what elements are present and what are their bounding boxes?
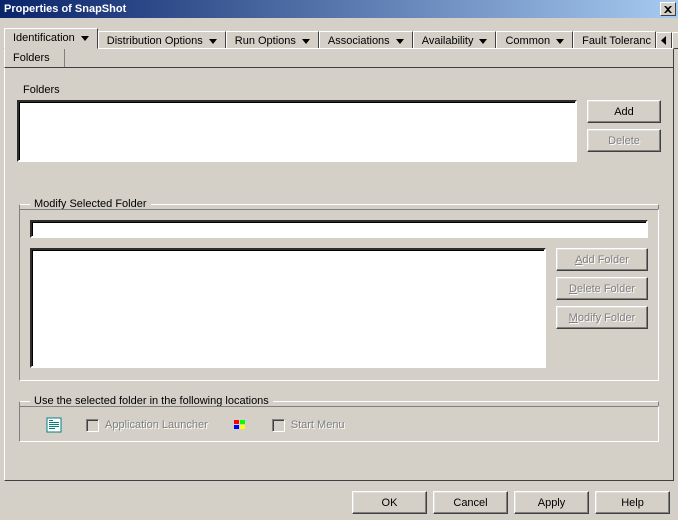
chevron-down-icon: [302, 39, 310, 44]
chevron-down-icon: [81, 36, 89, 41]
checkbox-icon: [86, 419, 99, 432]
chevron-down-icon: [556, 39, 564, 44]
subtab-folders[interactable]: Folders: [5, 49, 65, 67]
folders-heading: Folders: [23, 84, 661, 96]
apply-button[interactable]: Apply: [514, 491, 589, 514]
subtab-label: Folders: [13, 52, 50, 64]
start-menu-label: Start Menu: [291, 419, 345, 431]
window-title: Properties of SnapShot: [4, 3, 126, 15]
add-button[interactable]: Add: [587, 100, 661, 123]
locations-legend: Use the selected folder in the following…: [30, 395, 273, 407]
close-icon: [664, 6, 672, 13]
modify-legend: Modify Selected Folder: [30, 198, 151, 210]
tab-label: Distribution Options: [107, 35, 203, 47]
chevron-down-icon: [396, 39, 404, 44]
tab-label: Run Options: [235, 35, 296, 47]
tab-label: Availability: [422, 35, 474, 47]
close-button[interactable]: [660, 2, 676, 16]
ok-button[interactable]: OK: [352, 491, 427, 514]
tab-strip: Identification Distribution Options Run …: [4, 26, 674, 49]
modify-listbox[interactable]: [30, 248, 546, 368]
app-launcher-icon: [46, 417, 62, 433]
chevron-down-icon: [479, 39, 487, 44]
tab-scroll-left[interactable]: [656, 32, 672, 49]
tab-scroll-right[interactable]: [672, 32, 678, 49]
folders-listbox[interactable]: [17, 100, 577, 162]
tab-label: Fault Toleranc: [582, 35, 651, 47]
delete-folder-button: Delete Folder: [556, 277, 648, 300]
cancel-button[interactable]: Cancel: [433, 491, 508, 514]
modify-folder-button: Modify Folder: [556, 306, 648, 329]
tab-identification[interactable]: Identification: [4, 28, 98, 49]
checkbox-icon: [272, 419, 285, 432]
locations-group: Use the selected folder in the following…: [19, 395, 659, 442]
content-panel: Folders Add Delete Modify Selected Folde…: [4, 67, 674, 481]
help-button[interactable]: Help: [595, 491, 670, 514]
title-bar: Properties of SnapShot: [0, 0, 678, 18]
tab-label: Identification: [13, 32, 75, 44]
dialog-buttons: OK Cancel Apply Help: [352, 491, 670, 514]
add-folder-button: Add Folder: [556, 248, 648, 271]
tab-label: Common: [505, 35, 550, 47]
delete-button: Delete: [587, 129, 661, 152]
tab-label: Associations: [328, 35, 390, 47]
app-launcher-label: Application Launcher: [105, 419, 208, 431]
app-launcher-option: Application Launcher: [86, 419, 208, 432]
subtab-row: Folders: [4, 48, 674, 68]
start-menu-option: Start Menu: [272, 419, 345, 432]
chevron-down-icon: [209, 39, 217, 44]
arrow-left-icon: [661, 36, 667, 45]
windows-logo-icon: [232, 417, 248, 433]
modify-selected-folder-group: Modify Selected Folder Add Folder Delete…: [19, 198, 659, 381]
selected-folder-input[interactable]: [30, 220, 648, 238]
